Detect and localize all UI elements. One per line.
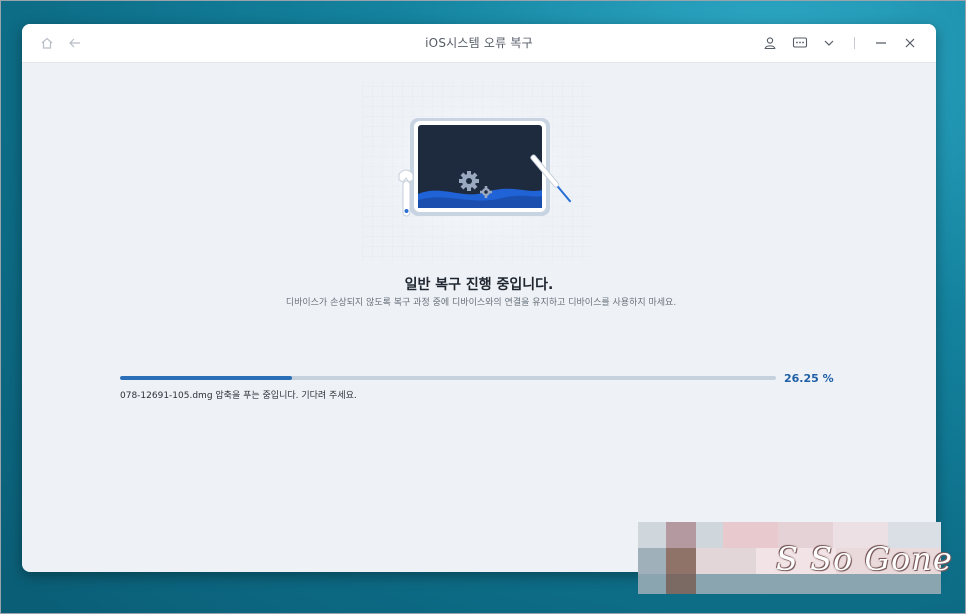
progress-bar-fill <box>120 376 293 380</box>
status-description: 디바이스가 손상되지 않도록 복구 과정 중에 디바이스와의 연결을 유지하고 … <box>285 298 677 308</box>
minimize-icon[interactable] <box>871 33 891 53</box>
close-icon[interactable] <box>900 33 920 53</box>
repair-illustration <box>352 76 602 266</box>
titlebar-divider <box>854 37 855 49</box>
chevron-down-icon[interactable] <box>819 33 839 53</box>
progress-percent: 26.25 % <box>784 372 834 385</box>
feedback-icon[interactable] <box>790 33 810 53</box>
title-bar: iOS시스템 오류 복구 <box>22 24 936 63</box>
progress-status-text: 078-12691-105.dmg 압축을 푸는 중입니다. 기다려 주세요. <box>120 391 357 401</box>
progress-bar <box>120 376 776 380</box>
status-heading: 일반 복구 진행 중입니다. <box>404 277 554 293</box>
user-icon[interactable] <box>760 33 780 53</box>
watermark-text: S So Gone <box>776 540 953 578</box>
app-window: iOS시스템 오류 복구 일반 복구 진행 중입니다. 디바이스가 손상되지 않… <box>22 24 936 572</box>
